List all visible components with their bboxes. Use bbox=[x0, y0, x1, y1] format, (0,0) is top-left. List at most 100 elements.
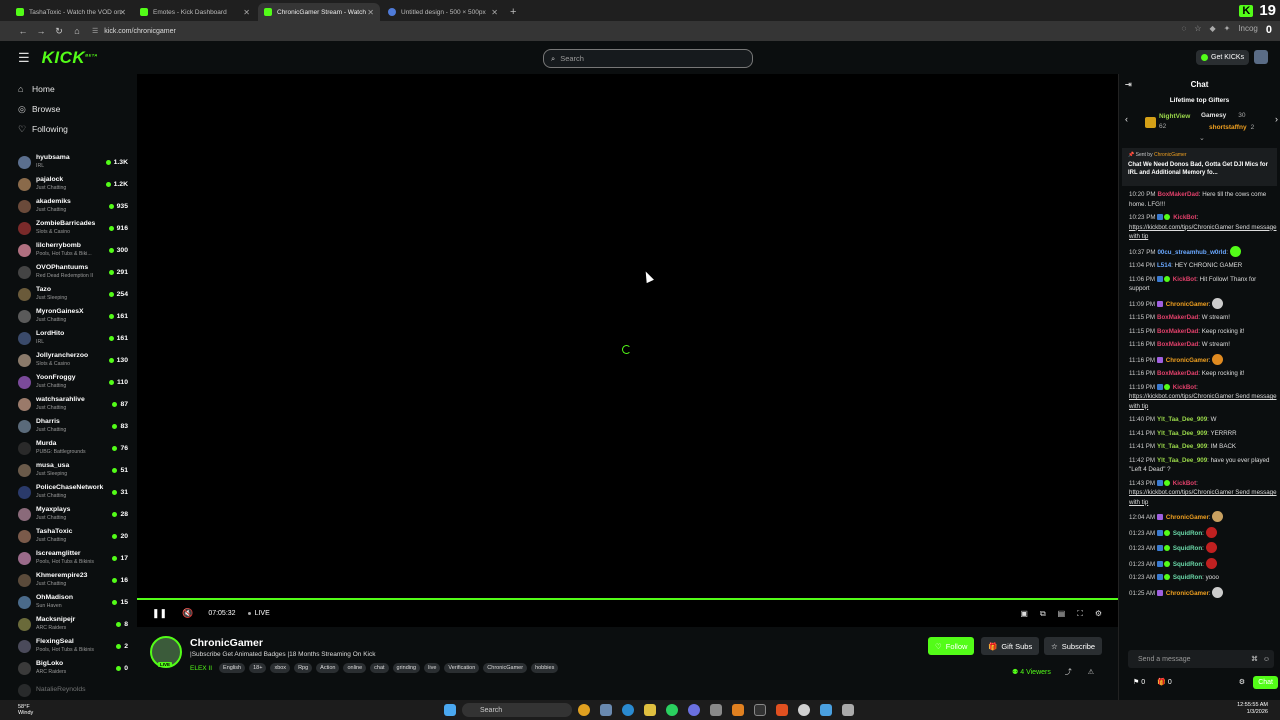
sidebar-channel[interactable]: PoliceChaseNetwork Just Chatting 31 bbox=[0, 481, 137, 503]
stream-tag[interactable]: chat bbox=[370, 663, 389, 673]
sidebar-channel[interactable]: watchsarahlive Just Chatting 87 bbox=[0, 393, 137, 415]
sidebar-item-following[interactable]: ♡ Following bbox=[0, 119, 137, 139]
share-icon[interactable]: ⤴ bbox=[1065, 669, 1072, 676]
url-field[interactable]: ☰ kick.com/chronicgamer bbox=[92, 24, 1092, 38]
edge-icon[interactable] bbox=[622, 704, 634, 716]
category-link[interactable]: ELEX II bbox=[190, 665, 212, 672]
sidebar-channel[interactable]: Iscreamglitter Pools, Hot Tubs & Bikinis 1… bbox=[0, 547, 137, 569]
discord-icon[interactable] bbox=[688, 704, 700, 716]
miniplayer-icon[interactable]: ▣ bbox=[1020, 609, 1028, 619]
sidebar-channel[interactable]: TashaToxic Just Chatting 20 bbox=[0, 525, 137, 547]
stream-tag[interactable]: online bbox=[343, 663, 367, 673]
chat-username[interactable]: KickBot bbox=[1173, 276, 1196, 283]
sidebar-item-home[interactable]: ⌂ Home bbox=[0, 79, 137, 99]
stream-tag[interactable]: Action bbox=[316, 663, 340, 673]
stream-tag[interactable]: Rpg bbox=[294, 663, 313, 673]
gifter-3[interactable]: shortstaffny 2 bbox=[1209, 124, 1254, 131]
video-player[interactable] bbox=[137, 74, 1118, 598]
chat-username[interactable]: Ylt_Taa_Dee_909 bbox=[1157, 457, 1207, 464]
stream-tag[interactable]: live bbox=[424, 663, 441, 673]
chrome-icon[interactable] bbox=[578, 704, 590, 716]
browser-tab[interactable]: Untitled design - 500 × 500px ✕ bbox=[382, 3, 504, 21]
puzzle-icon[interactable]: ✦ bbox=[1224, 24, 1231, 36]
streamer-name[interactable]: ChronicGamer bbox=[190, 637, 263, 649]
gift-icon[interactable]: 🎁 bbox=[1157, 678, 1166, 686]
sidebar-channel[interactable]: Murda PUBG: Battlegrounds 76 bbox=[0, 437, 137, 459]
gifter-2[interactable]: Gamesy 30 bbox=[1201, 112, 1246, 119]
chat-username[interactable]: Ylt_Taa_Dee_909 bbox=[1157, 430, 1207, 437]
settings-gear-icon[interactable]: ⚙ bbox=[1095, 609, 1102, 619]
sidebar-channel[interactable]: pajalock Just Chatting 1.2K bbox=[0, 173, 137, 195]
sidebar-channel[interactable]: akademiks Just Chatting 935 bbox=[0, 195, 137, 217]
message-text[interactable]: https://kickbot.com/tips/ChronicGamer Se… bbox=[1129, 489, 1277, 506]
explorer-icon[interactable] bbox=[644, 704, 656, 716]
chat-username[interactable]: SquidRon bbox=[1173, 574, 1202, 581]
theater-mode-icon[interactable]: ▤ bbox=[1058, 609, 1066, 619]
browser-tab[interactable]: TashaToxic - Watch the VOD on ✕ bbox=[10, 3, 132, 21]
chat-username[interactable]: BoxMakerDad bbox=[1157, 328, 1198, 335]
live-indicator[interactable]: LIVE bbox=[247, 610, 270, 617]
home-icon[interactable]: ⌂ bbox=[68, 26, 86, 36]
stream-tag[interactable]: 18+ bbox=[249, 663, 267, 673]
avatar[interactable] bbox=[1254, 50, 1268, 64]
sidebar-channel[interactable]: Dharris Just Chatting 83 bbox=[0, 415, 137, 437]
search-input[interactable]: ⌕ Search bbox=[543, 49, 753, 68]
sidebar-channel[interactable]: Myaxplays Just Chatting 28 bbox=[0, 503, 137, 525]
stream-tag[interactable]: Verification bbox=[444, 663, 480, 673]
sidebar-channel[interactable]: FlexingSeal Pools, Hot Tubs & Bikinis 2 bbox=[0, 635, 137, 657]
prev-arrow-icon[interactable]: ‹ bbox=[1125, 114, 1128, 124]
mute-icon[interactable]: 🔇 bbox=[182, 608, 193, 619]
close-tab-icon[interactable]: ✕ bbox=[243, 8, 250, 17]
sidebar-channel[interactable]: OhMadison Sun Haven 15 bbox=[0, 591, 137, 613]
chat-username[interactable]: KickBot bbox=[1173, 214, 1196, 221]
chat-send-button[interactable]: Chat bbox=[1253, 675, 1278, 689]
stream-tag[interactable]: xbox bbox=[270, 663, 291, 673]
sidebar-channel[interactable]: LordHito IRL 161 bbox=[0, 327, 137, 349]
kick-extension-badge[interactable]: K bbox=[1239, 4, 1254, 17]
system-clock[interactable]: 12:55:55 AM 1/3/2026 bbox=[1237, 702, 1268, 716]
weather-widget[interactable]: 58°F Windy bbox=[18, 704, 33, 716]
app-2-icon[interactable] bbox=[842, 704, 854, 716]
chat-username[interactable]: Ylt_Taa_Dee_909 bbox=[1157, 443, 1207, 450]
task-view-icon[interactable] bbox=[600, 704, 612, 716]
sidebar-channel[interactable]: YoonFroggy Just Chatting 110 bbox=[0, 371, 137, 393]
chat-username[interactable]: SquidRon bbox=[1173, 561, 1202, 568]
fullscreen-icon[interactable]: ⛶ bbox=[1077, 609, 1083, 619]
chat-username[interactable]: SquidRon bbox=[1173, 530, 1202, 537]
chat-username[interactable]: SquidRon bbox=[1173, 545, 1202, 552]
collapse-chat-icon[interactable]: ⇥ bbox=[1125, 80, 1132, 89]
clip-icon[interactable]: ⧉ bbox=[1040, 609, 1046, 619]
chat-username[interactable]: ChronicGamer bbox=[1166, 357, 1209, 364]
browser-tab[interactable]: Emotes - Kick Dashboard ✕ bbox=[134, 3, 256, 21]
sidebar-channel[interactable]: BigLoko ARC Raiders 0 bbox=[0, 657, 137, 679]
chat-settings-icon[interactable]: ⚙ bbox=[1239, 678, 1245, 686]
next-arrow-icon[interactable]: › bbox=[1275, 114, 1278, 124]
chat-username[interactable]: BoxMakerDad bbox=[1157, 314, 1198, 321]
stream-tag[interactable]: English bbox=[219, 663, 246, 673]
spotify-icon[interactable] bbox=[666, 704, 678, 716]
back-icon[interactable]: ← bbox=[14, 26, 32, 36]
sidebar-channel[interactable]: hyubsama IRL 1.3K bbox=[0, 151, 137, 173]
site-info-icon[interactable]: ☰ bbox=[92, 27, 98, 35]
vlc-icon[interactable] bbox=[732, 704, 744, 716]
start-icon[interactable] bbox=[444, 704, 456, 716]
chat-username[interactable]: BoxMakerDad bbox=[1157, 341, 1198, 348]
extension-icon[interactable]: ◆ bbox=[1209, 24, 1215, 36]
chat-username[interactable]: BoxMakerDad bbox=[1157, 370, 1198, 377]
close-tab-icon[interactable]: ✕ bbox=[119, 8, 126, 17]
chat-username[interactable]: ChronicGamer bbox=[1166, 590, 1209, 597]
chat-username[interactable]: 00cu_streamhub_w0rld bbox=[1157, 249, 1226, 256]
stream-tag[interactable]: ChronicGamer bbox=[483, 663, 528, 673]
chat-username[interactable]: ChronicGamer bbox=[1166, 301, 1209, 308]
stream-tag[interactable]: hobbies bbox=[531, 663, 559, 673]
get-kicks-button[interactable]: Get KICKs bbox=[1196, 50, 1250, 65]
kicks-icon[interactable]: ⚑ bbox=[1133, 678, 1139, 686]
sidebar-channel[interactable]: lilcherrybomb Pools, Hot Tubs & Biki... 30… bbox=[0, 239, 137, 261]
stream-tag[interactable]: grinding bbox=[392, 663, 421, 673]
vpn-icon[interactable] bbox=[820, 704, 832, 716]
menu-icon[interactable]: ☰ bbox=[18, 50, 30, 66]
chat-username[interactable]: L514 bbox=[1157, 262, 1171, 269]
subscribe-button[interactable]: ☆ Subscribe bbox=[1044, 637, 1103, 655]
sidebar-channel[interactable]: Macksnipejr ARC Raiders 8 bbox=[0, 613, 137, 635]
chat-username[interactable]: KickBot bbox=[1173, 480, 1196, 487]
